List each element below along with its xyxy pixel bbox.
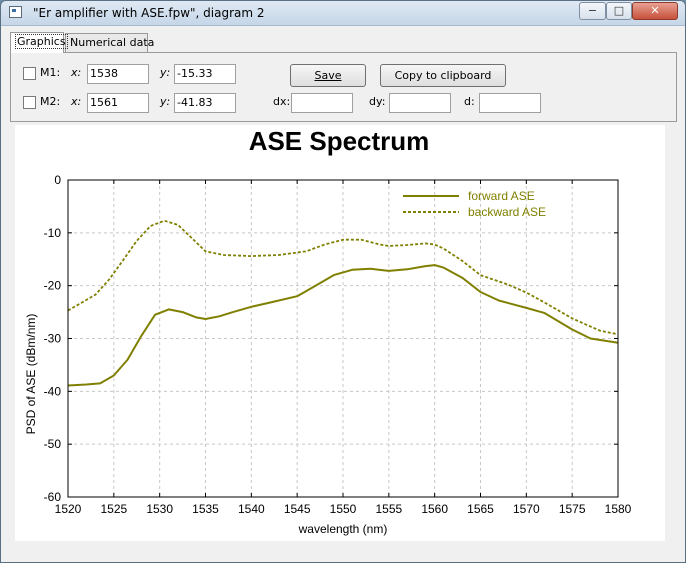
y-tick-label: -20	[44, 279, 62, 293]
dy-field[interactable]	[389, 93, 451, 113]
x-tick-label: 1540	[238, 502, 265, 516]
x-tick-label: 1530	[146, 502, 173, 516]
window-title: "Er amplifier with ASE.fpw", diagram 2	[33, 6, 265, 20]
chart-grid	[67, 179, 619, 498]
marker-m1-x-label: x:	[71, 66, 82, 79]
x-tick-label: 1580	[605, 502, 632, 516]
maximize-button[interactable]: □	[606, 2, 632, 20]
marker-m2-checkbox[interactable]	[23, 96, 36, 109]
y-tick-label: -60	[44, 490, 62, 504]
x-tick-label: 1520	[55, 502, 82, 516]
x-tick-label: 1570	[513, 502, 540, 516]
save-button[interactable]: Save	[290, 64, 366, 87]
x-tick-label: 1535	[192, 502, 219, 516]
tab-numerical-data-label: Numerical data	[70, 36, 155, 49]
marker-m2-x-field[interactable]: 1561	[87, 93, 149, 113]
legend-entry: forward ASE	[468, 189, 535, 203]
d-label: d:	[464, 95, 475, 108]
x-tick-label: 1555	[375, 502, 402, 516]
x-tick-label: 1525	[100, 502, 127, 516]
marker-m2-label: M2:	[40, 95, 61, 108]
dx-label: dx:	[273, 95, 291, 108]
d-field[interactable]	[479, 93, 541, 113]
y-tick-label: -10	[44, 226, 62, 240]
x-tick-label: 1575	[559, 502, 586, 516]
app-window: "Er amplifier with ASE.fpw", diagram 2 −…	[0, 0, 686, 563]
marker-m2-x-label: x:	[71, 95, 82, 108]
marker-m1-checkbox[interactable]	[23, 67, 36, 80]
marker-m1-y-label: y:	[160, 66, 171, 79]
tab-graphics[interactable]: Graphics	[10, 32, 68, 53]
y-tick-label: -40	[44, 384, 62, 398]
marker-m2-y-label: y:	[160, 95, 171, 108]
ase-spectrum-chart[interactable]: 1520 1525 1530 1535 1540 1545 1550 1555 1560 1565…	[15, 125, 665, 541]
marker-m1-y-field[interactable]: -15.33	[174, 64, 236, 84]
tab-graphics-label: Graphics	[15, 34, 68, 49]
tab-numerical-data[interactable]: Numerical data	[65, 33, 154, 52]
marker-panel: M1: x: 1538 y: -15.33 Save Copy to clipb…	[10, 52, 677, 122]
window-icon[interactable]	[9, 6, 22, 18]
legend-entry: backward ASE	[468, 205, 546, 219]
minimize-button[interactable]: −	[579, 2, 606, 20]
y-tick-label: -30	[44, 332, 62, 346]
chart-area[interactable]: 1520 1525 1530 1535 1540 1545 1550 1555 1560 1565…	[15, 125, 665, 541]
x-tick-label: 1565	[467, 502, 494, 516]
dy-label: dy:	[369, 95, 386, 108]
x-axis-label: wavelength (nm)	[298, 522, 388, 536]
marker-m2-y-field[interactable]: -41.83	[174, 93, 236, 113]
marker-m1-label: M1:	[40, 66, 61, 79]
chart-ticks: 1520 1525 1530 1535 1540 1545 1550 1555 1560 1565…	[44, 173, 632, 516]
x-tick-label: 1560	[421, 502, 448, 516]
chart-legend: forward ASE backward ASE	[403, 189, 546, 219]
copy-to-clipboard-button[interactable]: Copy to clipboard	[380, 64, 506, 87]
x-tick-label: 1550	[330, 502, 357, 516]
y-axis-label: PSD of ASE (dBm/nm)	[24, 314, 38, 435]
title-bar[interactable]: "Er amplifier with ASE.fpw", diagram 2 −…	[1, 1, 685, 26]
dx-field[interactable]	[291, 93, 353, 113]
y-tick-label: 0	[54, 173, 61, 187]
y-tick-label: -50	[44, 437, 62, 451]
chart-title: ASE Spectrum	[249, 126, 430, 156]
x-tick-label: 1545	[284, 502, 311, 516]
close-button[interactable]: ✕	[632, 2, 678, 20]
save-button-label: Save	[314, 69, 342, 82]
marker-m1-x-field[interactable]: 1538	[87, 64, 149, 84]
